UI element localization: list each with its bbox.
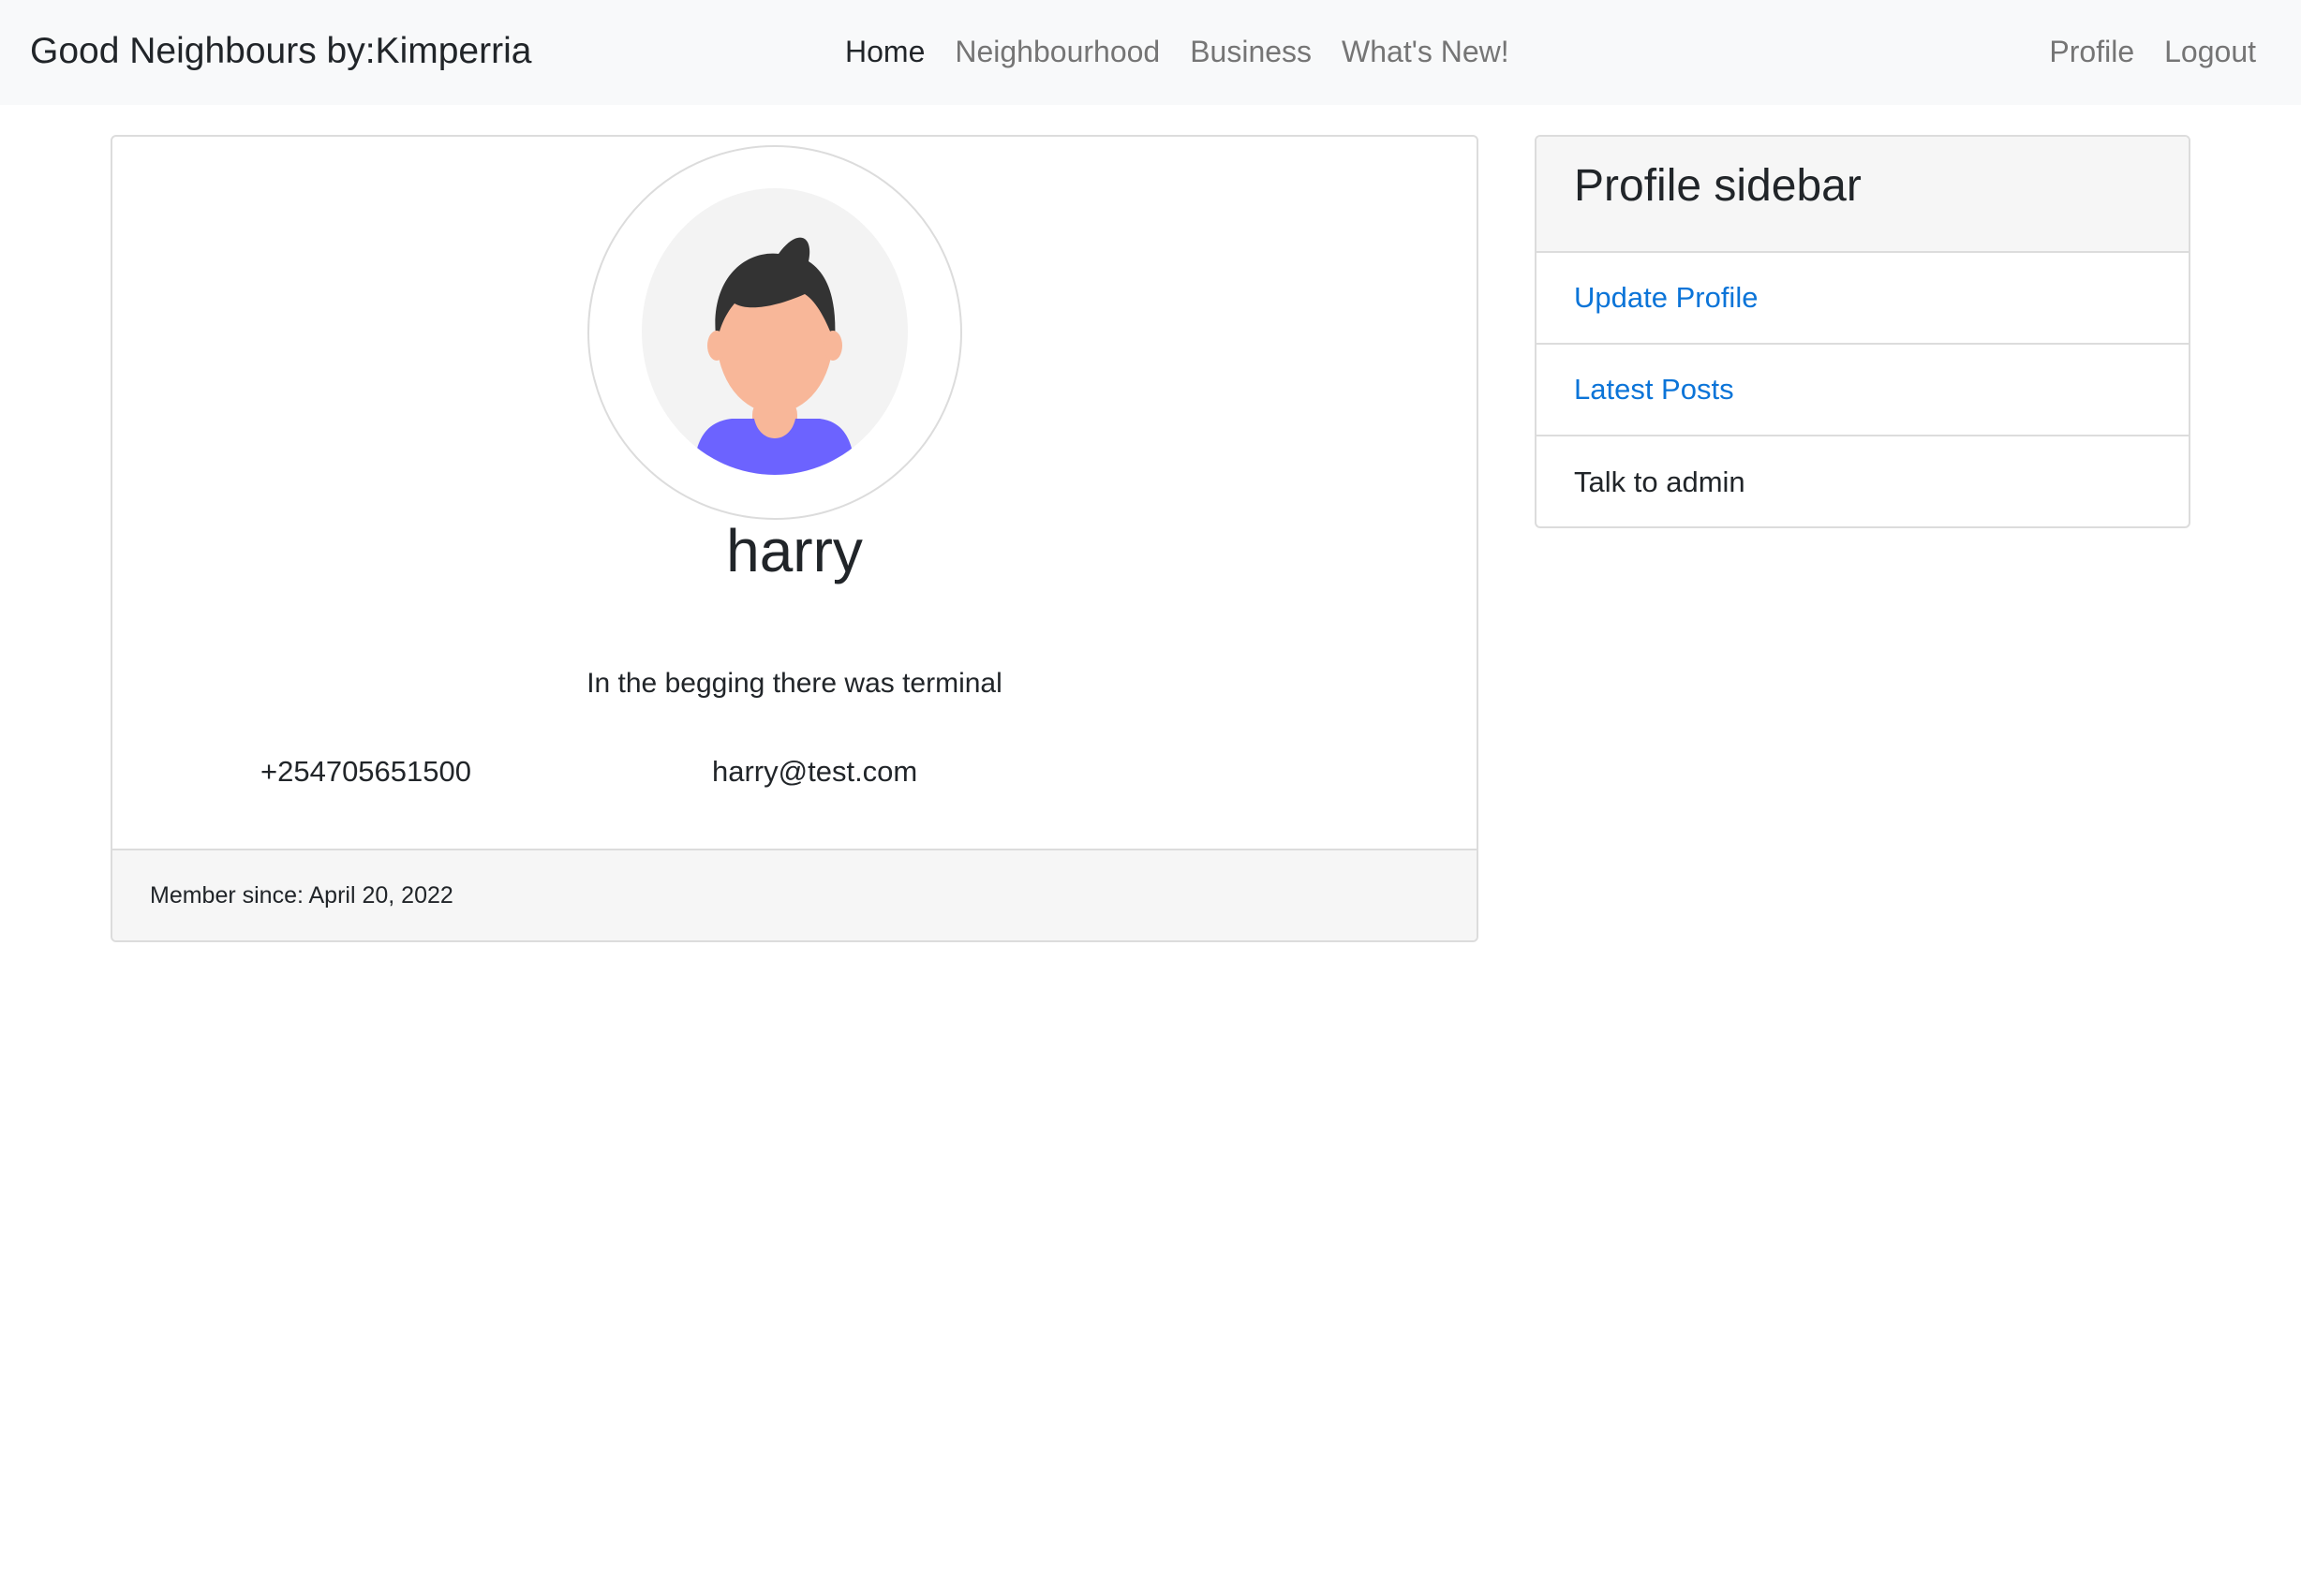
member-since-text: Member since: April 20, 2022 xyxy=(150,882,453,909)
user-nav: Profile Logout xyxy=(2049,28,2256,75)
brand-link[interactable]: Good Neighbours by:Kimperria xyxy=(30,28,531,75)
user-avatar-icon xyxy=(642,188,908,475)
nav-profile-link[interactable]: Profile xyxy=(2049,28,2134,75)
profile-email: harry@test.com xyxy=(712,755,918,788)
navbar: Good Neighbours by:Kimperria Home Neighb… xyxy=(0,0,2301,105)
avatar-frame xyxy=(587,145,962,520)
profile-sidebar: Profile sidebar Update Profile Latest Po… xyxy=(1535,135,2190,528)
profile-card: harry In the begging there was terminal … xyxy=(111,135,1478,942)
nav-business-link[interactable]: Business xyxy=(1190,28,1312,75)
update-profile-link[interactable]: Update Profile xyxy=(1536,253,2189,345)
nav-home-link[interactable]: Home xyxy=(845,28,925,75)
profile-username: harry xyxy=(726,517,863,584)
sidebar-header: Profile sidebar xyxy=(1536,137,2189,253)
nav-neighbourhood-link[interactable]: Neighbourhood xyxy=(955,28,1160,75)
nav-logout-link[interactable]: Logout xyxy=(2164,28,2256,75)
latest-posts-link[interactable]: Latest Posts xyxy=(1536,345,2189,436)
nav-whats-new-link[interactable]: What's New! xyxy=(1342,28,1509,75)
profile-phone: +254705651500 xyxy=(260,755,471,788)
profile-bio: In the begging there was terminal xyxy=(586,668,1002,699)
sidebar-title: Profile sidebar xyxy=(1574,161,1862,211)
main-nav: Home Neighbourhood Business What's New! xyxy=(845,28,1509,75)
profile-card-footer: Member since: April 20, 2022 xyxy=(112,849,1477,940)
talk-to-admin-item: Talk to admin xyxy=(1574,466,1745,498)
